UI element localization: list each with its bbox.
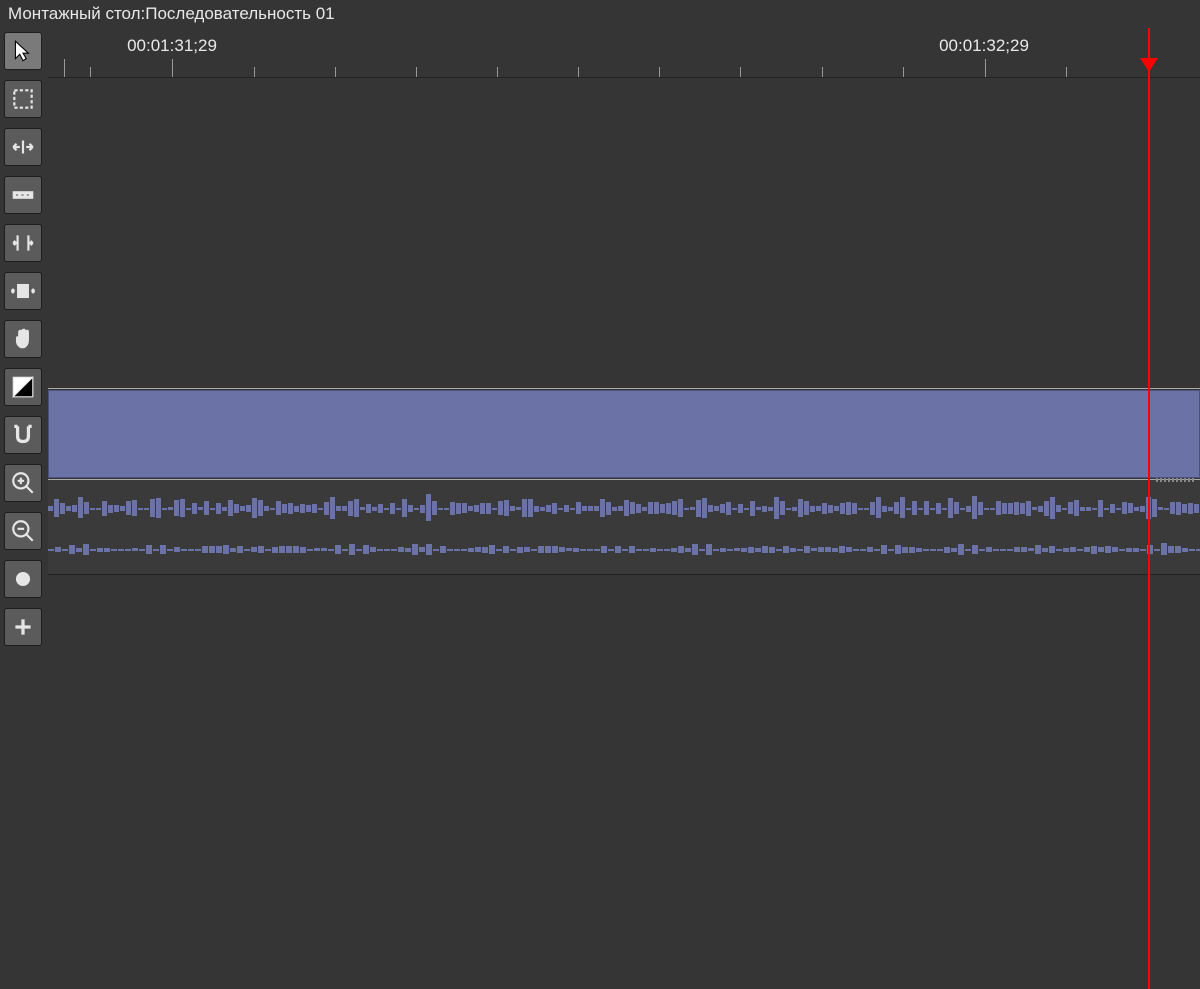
- ripple-icon: [10, 134, 36, 160]
- stretch-icon: [10, 230, 36, 256]
- zoom-out-icon: [10, 518, 36, 544]
- zoom-out-tool[interactable]: [4, 512, 42, 550]
- slip-icon: [10, 278, 36, 304]
- audio-clip[interactable]: [48, 480, 1200, 574]
- razor-icon: [10, 182, 36, 208]
- ruler-timecode: 00:01:32;29: [939, 36, 1029, 56]
- contrast-tool[interactable]: [4, 368, 42, 406]
- add-tool[interactable]: [4, 608, 42, 646]
- track-resize-handle[interactable]: [1156, 478, 1196, 482]
- zoom-in-icon: [10, 470, 36, 496]
- hand-tool[interactable]: [4, 320, 42, 358]
- empty-track-space: [48, 78, 1200, 388]
- hand-icon: [10, 326, 36, 352]
- tracks-container: [48, 78, 1200, 575]
- video-track[interactable]: [48, 388, 1200, 480]
- playhead[interactable]: [1148, 28, 1150, 989]
- record-tool[interactable]: [4, 560, 42, 598]
- audio-waveform-right: [48, 535, 1200, 565]
- record-icon: [10, 566, 36, 592]
- audio-waveform-left: [48, 488, 1200, 530]
- ruler-timecode: 00:01:31;29: [127, 36, 217, 56]
- snap-icon: [10, 422, 36, 448]
- time-ruler[interactable]: 00:01:31;29 00:01:32;29: [48, 28, 1200, 78]
- audio-track[interactable]: [48, 480, 1200, 575]
- snap-tool[interactable]: [4, 416, 42, 454]
- razor-tool[interactable]: [4, 176, 42, 214]
- selection-tool[interactable]: [4, 32, 42, 70]
- plus-icon: [10, 614, 36, 640]
- rate-stretch-tool[interactable]: [4, 224, 42, 262]
- marquee-tool[interactable]: [4, 80, 42, 118]
- ripple-tool[interactable]: [4, 128, 42, 166]
- zoom-in-tool[interactable]: [4, 464, 42, 502]
- timeline-area[interactable]: 00:01:31;29 00:01:32;29: [48, 28, 1200, 989]
- toolbar: [0, 28, 48, 989]
- marquee-icon: [10, 86, 36, 112]
- pointer-icon: [10, 38, 36, 64]
- panel-title: Монтажный стол:Последовательность 01: [0, 0, 1200, 28]
- video-clip[interactable]: [48, 390, 1200, 478]
- playhead-marker-icon: [1140, 58, 1158, 72]
- slip-tool[interactable]: [4, 272, 42, 310]
- contrast-icon: [10, 374, 36, 400]
